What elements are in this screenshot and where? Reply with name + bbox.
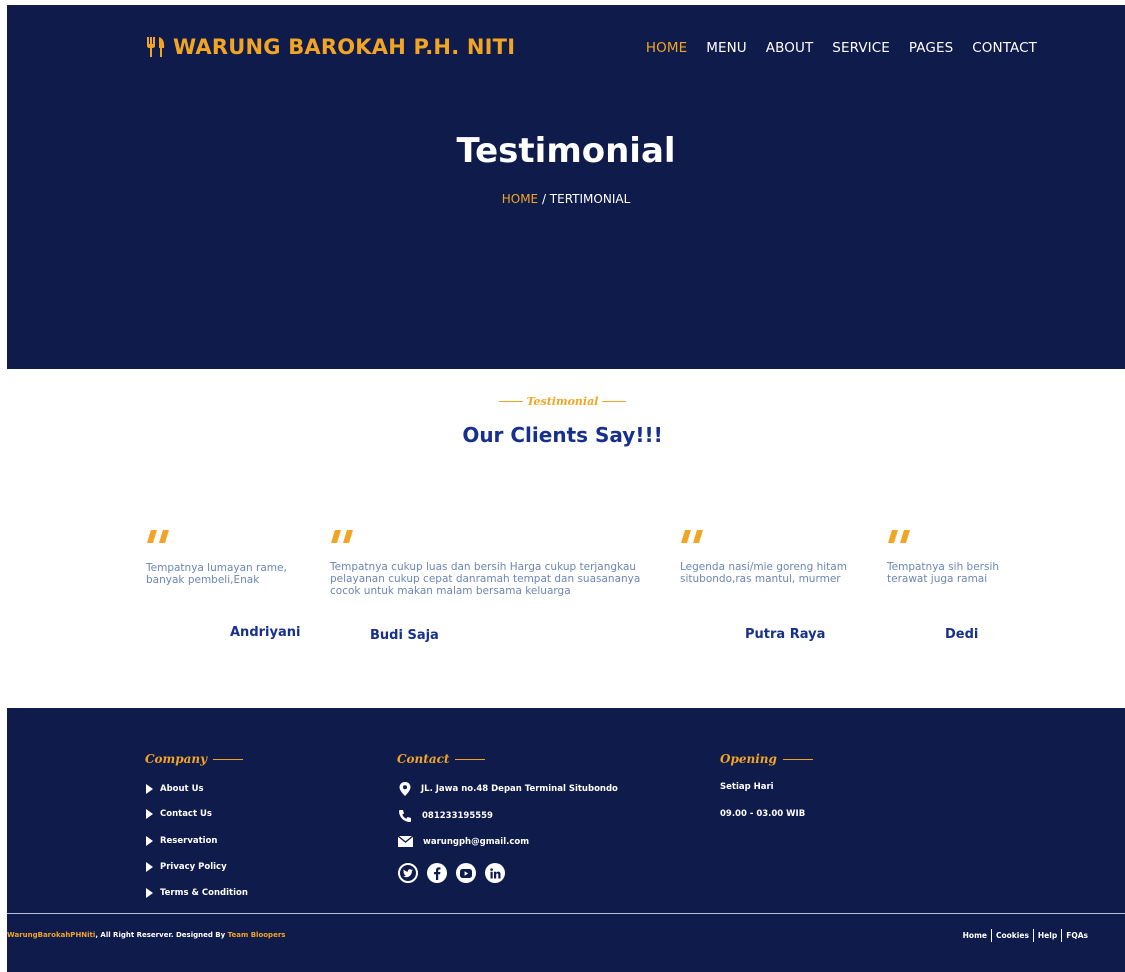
footer-link-label: Privacy Policy	[160, 862, 227, 872]
footer-opening-heading: Opening	[720, 752, 813, 766]
footer-link-about-us[interactable]: About Us	[146, 784, 204, 794]
kicker-line-left	[498, 401, 523, 402]
footer-link-label: Reservation	[160, 836, 218, 846]
footer-contact-heading: Contact	[397, 752, 486, 766]
bottom-link-cookies[interactable]: Cookies	[992, 931, 1033, 940]
main-nav: HOME MENU ABOUT SERVICE PAGES CONTACT	[646, 40, 1037, 56]
youtube-icon[interactable]	[456, 863, 476, 883]
breadcrumb: HOME / TERTIMONIAL	[7, 192, 1125, 206]
testimonial-card: Tempatnya sih bersih terawat juga ramai	[887, 527, 1027, 585]
nav-contact[interactable]: CONTACT	[972, 40, 1037, 56]
copyright-brand[interactable]: WarungBarokahPHNiti	[7, 931, 95, 939]
caret-right-icon	[146, 784, 153, 794]
testimonial-card: Tempatnya lumayan rame, banyak pembeli,E…	[146, 527, 306, 586]
caret-right-icon	[146, 888, 153, 898]
nav-menu[interactable]: MENU	[706, 40, 747, 56]
breadcrumb-separator: /	[538, 192, 550, 206]
section-kicker: Testimonial	[0, 395, 1125, 408]
nav-service[interactable]: SERVICE	[832, 40, 890, 56]
testimonial-card: Tempatnya cukup luas dan bersih Harga cu…	[330, 527, 660, 597]
footer-opening-title: Opening	[720, 752, 777, 766]
map-pin-icon	[399, 782, 411, 796]
testimonial-author: Budi Saja	[370, 628, 439, 643]
linkedin-icon[interactable]	[485, 863, 505, 883]
contact-email-text: warungph@gmail.com	[423, 836, 530, 847]
copyright-text: , All Right Reserver. Designed By	[95, 931, 228, 939]
footer-company-heading: Company	[145, 752, 244, 766]
testimonial-card: Legenda nasi/mie goreng hitam situbondo,…	[680, 527, 855, 585]
testimonial-text: Tempatnya lumayan rame, banyak pembeli,E…	[146, 562, 287, 586]
caret-right-icon	[146, 862, 153, 872]
quote-icon	[888, 530, 910, 543]
envelope-icon	[398, 836, 413, 847]
heading-line	[213, 758, 244, 760]
phone-icon	[399, 810, 411, 822]
footer-link-label: Terms & Condition	[160, 888, 248, 898]
kicker-line-right	[602, 401, 627, 402]
footer-bottom-links: Home Cookies Help FQAs	[959, 929, 1092, 942]
footer-link-reservation[interactable]: Reservation	[146, 836, 217, 846]
caret-right-icon	[146, 809, 153, 819]
contact-phone[interactable]: 081233195559	[398, 809, 493, 823]
quote-icon	[147, 530, 169, 543]
social-links	[398, 863, 505, 883]
contact-phone-text: 081233195559	[422, 811, 493, 821]
footer-company-title: Company	[145, 752, 208, 766]
facebook-icon[interactable]	[427, 863, 447, 883]
section-title: Our Clients Say!!!	[462, 423, 663, 447]
quote-icon	[331, 530, 353, 543]
footer-link-label: About Us	[160, 784, 204, 794]
testimonial-author: Putra Raya	[745, 627, 826, 642]
heading-line	[782, 758, 813, 760]
fork-knife-icon	[145, 36, 167, 58]
contact-address-text: JL. Jawa no.48 Depan Terminal Situbondo	[421, 784, 618, 794]
testimonial-text: Tempatnya cukup luas dan bersih Harga cu…	[330, 561, 641, 597]
footer-link-label: Contact Us	[160, 809, 212, 819]
nav-about[interactable]: ABOUT	[766, 40, 814, 56]
footer-link-privacy-policy[interactable]: Privacy Policy	[146, 862, 227, 872]
footer: Company About Us Contact Us Reservation …	[7, 708, 1125, 972]
testimonial-text: Legenda nasi/mie goreng hitam situbondo,…	[680, 561, 847, 585]
twitter-icon[interactable]	[398, 863, 418, 883]
hero-banner: WARUNG BAROKAH P.H. NITI HOME MENU ABOUT…	[7, 5, 1125, 369]
page-title: Testimonial	[456, 131, 676, 171]
heading-line	[455, 758, 486, 760]
nav-pages[interactable]: PAGES	[909, 40, 953, 56]
designer-link[interactable]: Team Bloopers	[228, 931, 286, 939]
quote-icon	[681, 530, 703, 543]
page: WARUNG BAROKAH P.H. NITI HOME MENU ABOUT…	[0, 0, 1125, 972]
testimonial-author: Andriyani	[230, 625, 301, 640]
bottom-link-home[interactable]: Home	[959, 931, 991, 940]
bottom-link-faqs[interactable]: FQAs	[1062, 931, 1092, 940]
testimonial-author: Dedi	[945, 627, 979, 642]
brand-logo[interactable]: WARUNG BAROKAH P.H. NITI	[145, 35, 515, 59]
footer-link-terms[interactable]: Terms & Condition	[146, 888, 248, 898]
footer-divider	[7, 913, 1125, 914]
caret-right-icon	[146, 836, 153, 846]
footer-link-contact-us[interactable]: Contact Us	[146, 809, 212, 819]
kicker-label: Testimonial	[526, 395, 599, 408]
breadcrumb-current: TERTIMONIAL	[549, 192, 631, 206]
opening-hours: 09.00 - 03.00 WIB	[720, 809, 806, 819]
nav-home[interactable]: HOME	[646, 40, 687, 56]
contact-address: JL. Jawa no.48 Depan Terminal Situbondo	[399, 782, 618, 796]
contact-email[interactable]: warungph@gmail.com	[398, 836, 529, 847]
testimonial-text: Tempatnya sih bersih terawat juga ramai	[887, 561, 1000, 585]
brand-name: WARUNG BAROKAH P.H. NITI	[173, 35, 516, 59]
breadcrumb-home[interactable]: HOME	[502, 192, 538, 206]
copyright: WarungBarokahPHNiti, All Right Reserver.…	[7, 931, 285, 939]
bottom-link-help[interactable]: Help	[1034, 931, 1061, 940]
footer-contact-title: Contact	[397, 752, 450, 766]
opening-days: Setiap Hari	[720, 782, 774, 792]
